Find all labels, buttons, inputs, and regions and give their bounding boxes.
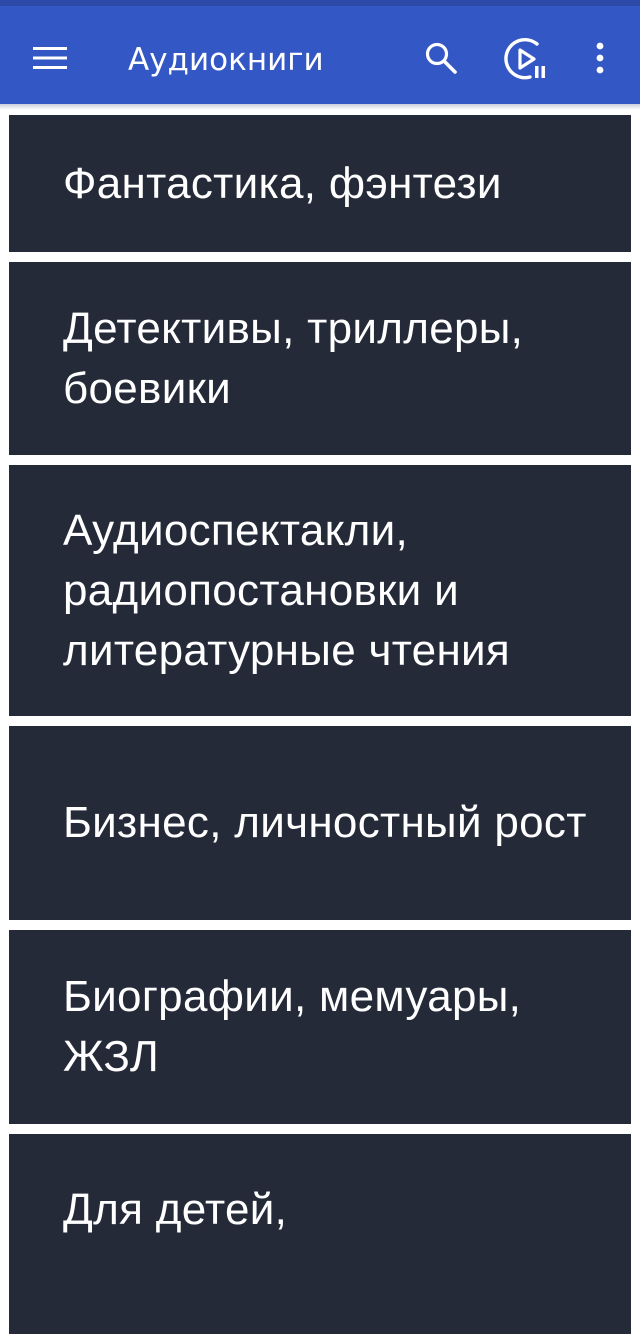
more-options-button[interactable] [580,36,620,80]
app-bar-shadow [0,104,640,110]
app-bar: Аудиокниги [0,6,640,104]
category-label: Детективы, триллеры, боевики [63,303,524,413]
category-item[interactable]: Фантастика, фэнтези [9,115,631,252]
category-label: Бизнес, личностный рост [63,798,587,847]
menu-button[interactable] [22,36,78,80]
category-item[interactable]: Бизнес, личностный рост [9,726,631,920]
category-label: Фантастика, фэнтези [63,158,502,208]
category-item[interactable]: Аудиоспектакли, радиопостановки и литера… [9,465,631,716]
more-vertical-icon [596,42,604,74]
category-label: Аудиоспектакли, радиопостановки и литера… [63,505,511,675]
page-title: Аудиокниги [128,42,324,78]
category-label: Для детей, [63,1185,288,1234]
player-icon [504,38,545,80]
category-item[interactable]: Детективы, триллеры, боевики [9,262,631,455]
menu-icon [33,47,67,69]
player-button[interactable] [498,34,554,84]
category-list: Фантастика, фэнтези Детективы, триллеры,… [9,115,631,1344]
category-item[interactable]: Для детей, [9,1134,631,1334]
search-icon [425,42,457,74]
search-button[interactable] [416,36,466,80]
category-item[interactable]: Биографии, мемуары, ЖЗЛ [9,930,631,1124]
category-label: Биографии, мемуары, ЖЗЛ [63,972,522,1081]
